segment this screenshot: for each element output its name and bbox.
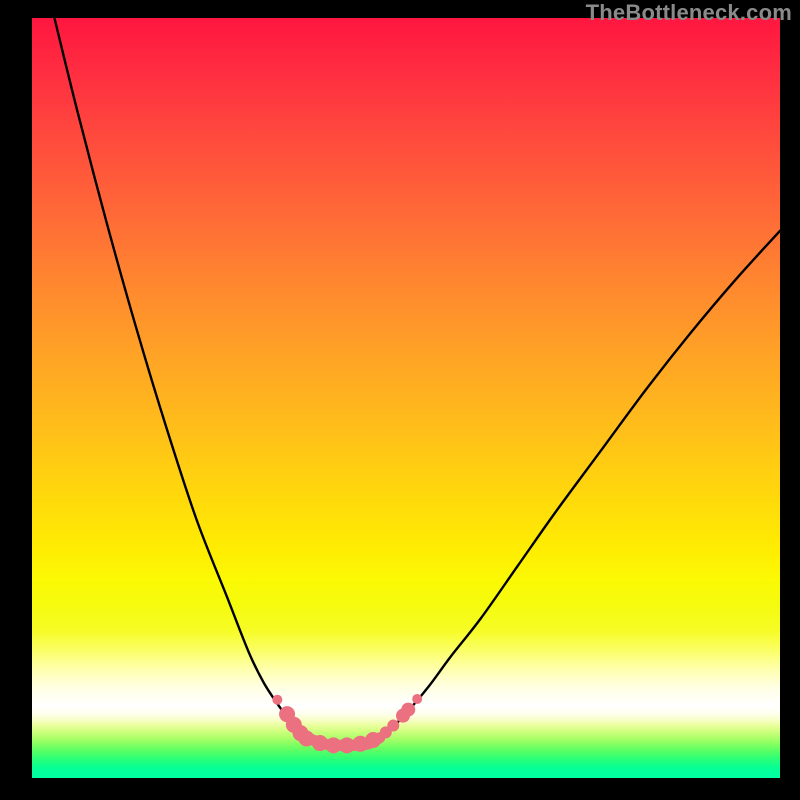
curve-left xyxy=(54,18,307,738)
curve-right xyxy=(380,231,780,738)
marker-point xyxy=(365,732,381,748)
marker-point xyxy=(412,694,422,704)
marker-point xyxy=(387,720,399,732)
series-right-branch xyxy=(380,231,780,738)
plot-area xyxy=(32,18,780,778)
watermark-text: TheBottleneck.com xyxy=(586,0,792,26)
marker-group xyxy=(272,694,422,753)
marker-point xyxy=(401,703,415,717)
marker-point xyxy=(272,695,282,705)
marker-point xyxy=(339,737,355,753)
chart-frame: TheBottleneck.com xyxy=(0,0,800,800)
marker-point xyxy=(312,735,328,751)
series-left-branch xyxy=(54,18,307,738)
chart-svg xyxy=(32,18,780,778)
